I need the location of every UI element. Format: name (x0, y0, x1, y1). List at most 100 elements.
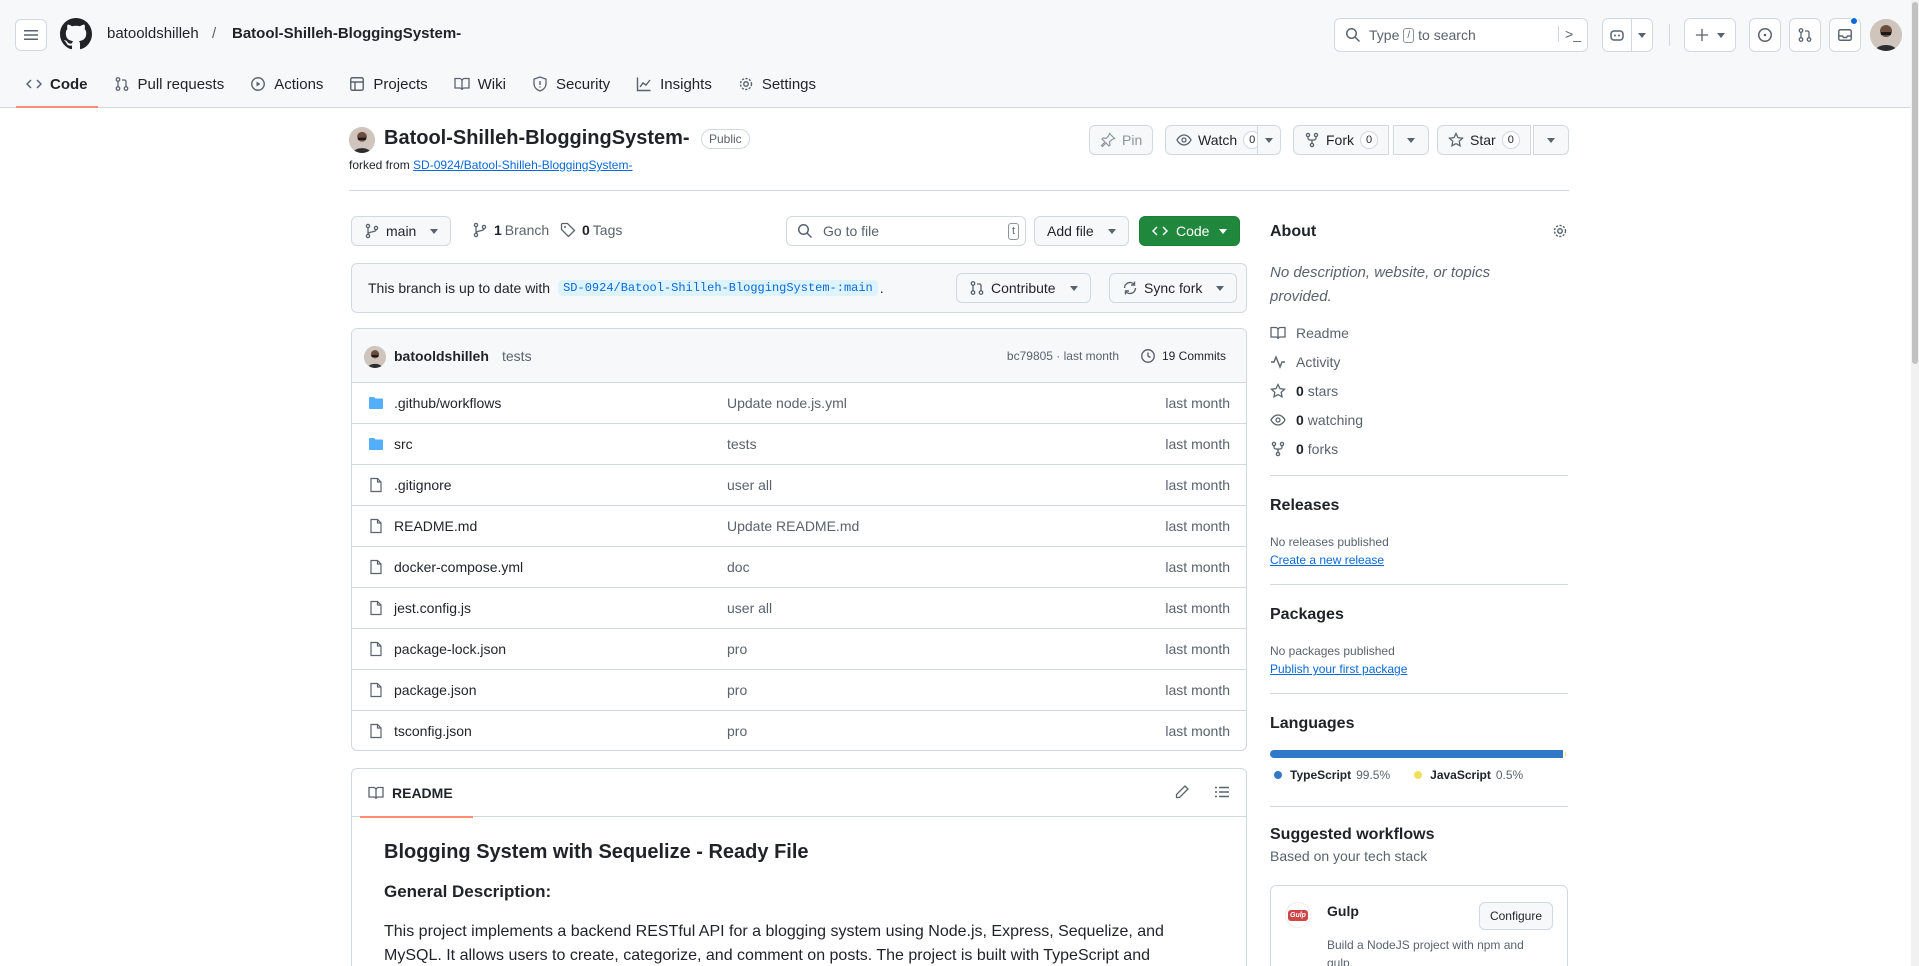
file-commit-message[interactable]: doc (727, 559, 750, 575)
publish-package-link[interactable]: Publish your first package (1270, 662, 1407, 676)
chevron-down-icon (1107, 228, 1116, 234)
watch-menu-button[interactable] (1257, 125, 1281, 155)
upstream-branch-link[interactable]: SD-0924/Batool-Shilleh-BloggingSystem-:m… (558, 280, 878, 296)
tab-projects[interactable]: Projects (339, 68, 437, 100)
branches-link[interactable]: 1 Branch (472, 222, 549, 238)
file-row[interactable]: src tests last month (352, 424, 1246, 465)
file-commit-message[interactable]: user all (727, 600, 772, 616)
tab-code[interactable]: Code (16, 68, 98, 108)
stars-link[interactable]: 0 stars (1270, 383, 1338, 399)
file-row[interactable]: README.md Update README.md last month (352, 506, 1246, 547)
commit-sha-time[interactable]: bc79805 · last month (1007, 349, 1119, 363)
file-name-link[interactable]: package.json (394, 682, 477, 698)
tab-settings[interactable]: Settings (728, 68, 826, 100)
sync-fork-button[interactable]: Sync fork (1109, 273, 1238, 303)
readme-tab[interactable]: README (360, 769, 473, 818)
github-logo-icon[interactable] (60, 18, 92, 50)
file-commit-time: last month (1165, 395, 1230, 411)
file-commit-message[interactable]: user all (727, 477, 772, 493)
tab-pull-requests[interactable]: Pull requests (104, 68, 235, 100)
file-row[interactable]: tsconfig.json pro last month (352, 711, 1246, 750)
file-row[interactable]: .github/workflows Update node.js.yml last … (352, 383, 1246, 424)
gulp-logo-text: Gulp (1288, 909, 1308, 921)
commit-message[interactable]: tests (502, 348, 532, 364)
file-row[interactable]: .gitignore user all last month (352, 465, 1246, 506)
code-button[interactable]: Code (1139, 216, 1241, 246)
file-name-link[interactable]: package-lock.json (394, 641, 506, 657)
tab-insights[interactable]: Insights (626, 68, 722, 100)
branch-selector[interactable]: main (351, 216, 452, 246)
issues-button[interactable] (1749, 18, 1781, 52)
file-name-link[interactable]: .gitignore (394, 477, 452, 493)
sync-fork-label: Sync fork (1144, 280, 1203, 296)
repo-title[interactable]: Batool-Shilleh-BloggingSystem- (384, 127, 690, 150)
tags-link[interactable]: 0 Tags (560, 222, 622, 238)
file-icon (368, 518, 384, 534)
releases-heading[interactable]: Releases (1270, 497, 1339, 515)
go-to-file-input[interactable]: Go to file t (786, 216, 1026, 246)
file-rows: .github/workflows Update node.js.yml last … (352, 383, 1246, 750)
file-name-link[interactable]: README.md (394, 518, 477, 534)
commits-link[interactable]: 19 Commits (1140, 348, 1226, 364)
forks-link[interactable]: 0 forks (1270, 441, 1338, 457)
list-icon[interactable] (1214, 784, 1230, 800)
language-item[interactable]: JavaScript 0.5% (1414, 768, 1523, 782)
file-name-link[interactable]: .github/workflows (394, 395, 501, 411)
breadcrumb-repo[interactable]: Batool-Shilleh-BloggingSystem- (232, 25, 461, 42)
file-commit-message[interactable]: pro (727, 682, 747, 698)
go-to-file-shortcut: t (1007, 223, 1019, 240)
command-palette-icon[interactable]: >_ (1558, 26, 1581, 42)
fork-menu-button[interactable] (1393, 125, 1429, 155)
tab-wiki[interactable]: Wiki (444, 68, 516, 100)
file-row[interactable]: jest.config.js user all last month (352, 588, 1246, 629)
global-search-input[interactable]: Type / to search >_ (1334, 18, 1588, 52)
tab-actions[interactable]: Actions (240, 68, 333, 100)
file-commit-message[interactable]: tests (727, 436, 757, 452)
fork-button[interactable]: Fork 0 (1293, 125, 1390, 155)
copilot-menu-button[interactable] (1631, 18, 1653, 52)
breadcrumb-owner[interactable]: batooldshilleh (107, 25, 199, 42)
tab-label: Projects (373, 75, 428, 93)
file-row[interactable]: package.json pro last month (352, 670, 1246, 711)
star-button[interactable]: Star 0 (1437, 125, 1531, 155)
add-file-button[interactable]: Add file (1034, 216, 1129, 246)
packages-heading[interactable]: Packages (1270, 606, 1344, 624)
file-commit-message[interactable]: Update README.md (727, 518, 859, 534)
copilot-button[interactable] (1602, 18, 1632, 52)
file-row[interactable]: docker-compose.yml doc last month (352, 547, 1246, 588)
forked-from-link[interactable]: SD-0924/Batool-Shilleh-BloggingSystem- (413, 158, 632, 172)
user-avatar[interactable] (1870, 19, 1902, 51)
file-name-link[interactable]: jest.config.js (394, 600, 471, 616)
pin-button[interactable]: Pin (1089, 125, 1154, 155)
language-item[interactable]: TypeScript 99.5% (1274, 768, 1390, 782)
star-menu-button[interactable] (1533, 125, 1569, 155)
activity-link[interactable]: Activity (1270, 354, 1340, 370)
readme-link[interactable]: Readme (1270, 325, 1349, 341)
create-release-link[interactable]: Create a new release (1270, 553, 1384, 567)
commit-author-avatar[interactable] (364, 346, 386, 368)
pull-requests-button[interactable] (1789, 18, 1821, 52)
search-shortcut-key: / (1403, 27, 1415, 43)
gear-icon[interactable] (1552, 223, 1568, 239)
pencil-icon[interactable] (1174, 784, 1190, 800)
file-commit-message[interactable]: Update node.js.yml (727, 395, 847, 411)
owner-avatar[interactable] (349, 127, 375, 153)
file-commit-message[interactable]: pro (727, 641, 747, 657)
file-commit-message[interactable]: pro (727, 723, 747, 739)
inbox-button[interactable] (1829, 17, 1861, 52)
commit-author[interactable]: batooldshilleh (394, 348, 489, 364)
file-row[interactable]: package-lock.json pro last month (352, 629, 1246, 670)
watching-link[interactable]: 0 watching (1270, 412, 1363, 428)
contribute-button[interactable]: Contribute (956, 273, 1091, 303)
file-name-link[interactable]: tsconfig.json (394, 723, 472, 739)
file-name-link[interactable]: src (394, 436, 413, 452)
create-new-button[interactable] (1684, 18, 1736, 52)
menu-button[interactable] (15, 19, 47, 51)
contribute-label: Contribute (991, 280, 1056, 296)
scrollbar-thumb[interactable] (1912, 2, 1918, 364)
file-name-link[interactable]: docker-compose.yml (394, 559, 523, 575)
star-icon (1270, 383, 1296, 399)
page-scrollbar[interactable] (1911, 0, 1919, 966)
configure-button[interactable]: Configure (1478, 902, 1553, 930)
tab-security[interactable]: Security (522, 68, 620, 100)
